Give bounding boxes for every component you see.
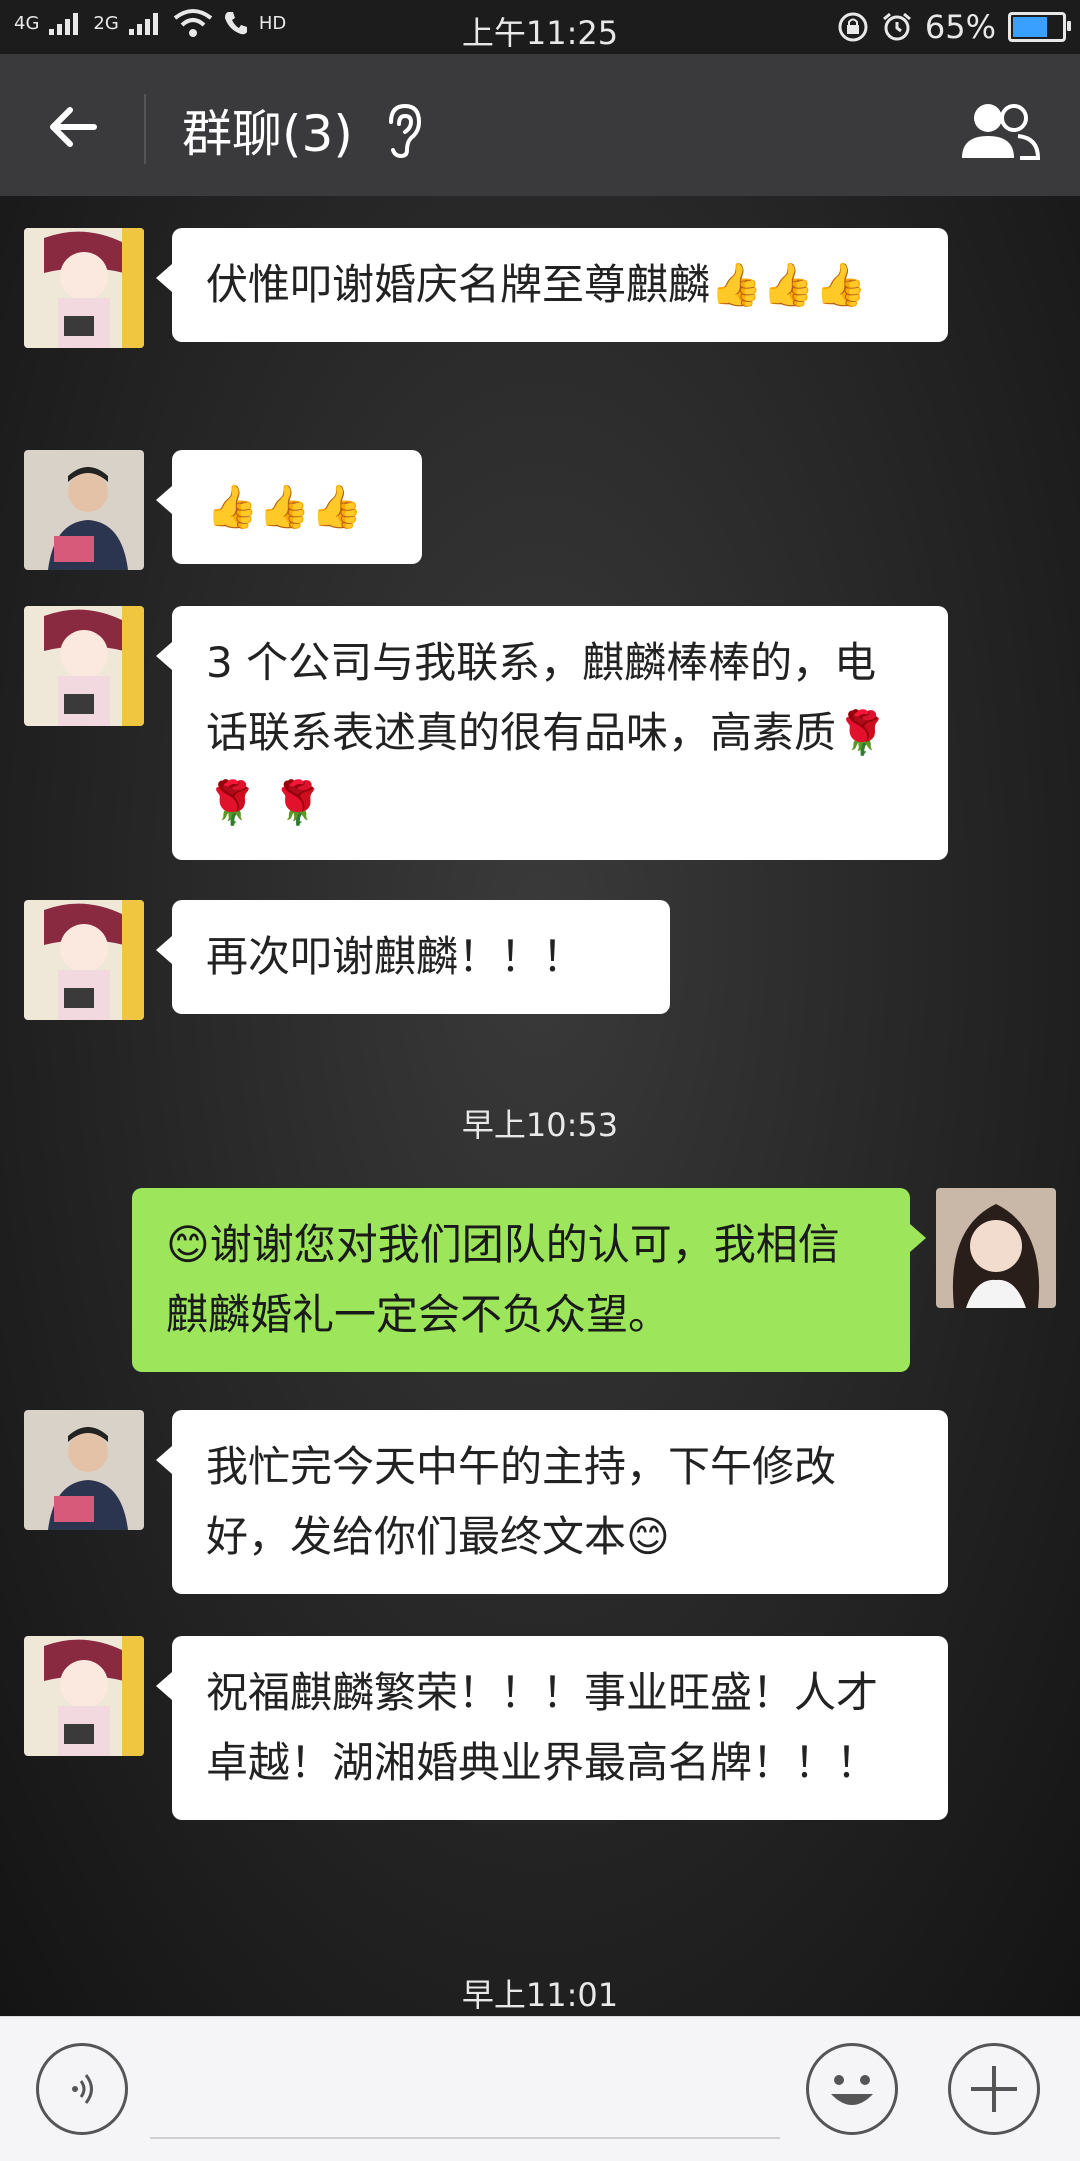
message-bubble[interactable]: 我忙完今天中午的主持，下午修改好，发给你们最终文本😊 [156,1410,948,1594]
chat-area[interactable]: 伏惟叩谢婚庆名牌至尊麒麟👍👍👍 👍👍👍 3 个公司与我联系，麒麟棒棒的，电话联系… [0,196,1080,2016]
message-text: 再次叩谢麒麟！！！ [206,932,585,981]
message-text: 祝福麒麟繁荣！！！事业旺盛！人才卓越！湖湘婚典业界最高名牌！！！ [206,1668,879,1787]
input-bar [0,2016,1080,2161]
earpiece-icon [388,103,421,159]
battery-icon [1008,12,1071,42]
emoji-icon[interactable] [806,2043,898,2135]
header-divider [144,94,146,164]
chat-title: 群聊(3) [182,105,353,163]
lock-rotation-icon [838,12,868,42]
message-bubble[interactable]: 3 个公司与我联系，麒麟棒棒的，电话联系表述真的很有品味，高素质🌹 🌹 🌹 [156,606,948,860]
group-members-icon[interactable] [958,100,1040,160]
message-bubble-sent[interactable]: 😊谢谢您对我们团队的认可，我相信麒麟婚礼一定会不负众望。 [132,1188,926,1372]
message-text: 😊谢谢您对我们团队的认可，我相信麒麟婚礼一定会不负众望。 [166,1220,840,1339]
timestamp: 早上10:53 [461,1106,619,1144]
message-text: 我忙完今天中午的主持，下午修改好，发给你们最终文本😊 [206,1442,837,1561]
status-right: 65% [837,8,1071,46]
voice-input-icon[interactable] [36,2043,128,2135]
chat-header: 群聊(3) [0,54,1080,196]
avatar[interactable] [936,1188,1056,1308]
message-bubble[interactable]: 祝福麒麟繁荣！！！事业旺盛！人才卓越！湖湘婚典业界最高名牌！！！ [156,1636,948,1820]
chat-title-area: 群聊(3) [182,94,425,166]
avatar[interactable] [24,1636,144,1756]
avatar[interactable] [24,606,144,726]
plus-icon[interactable] [948,2043,1040,2135]
message-bubble[interactable]: 👍👍👍 [156,450,422,564]
alarm-icon [882,12,911,41]
status-bar: 4G 2G HD 上午11:25 65% [0,0,1080,54]
avatar[interactable] [24,1410,144,1530]
message-text: 伏惟叩谢婚庆名牌至尊麒麟👍👍👍 [206,260,867,309]
message-text: 3 个公司与我联系，麒麟棒棒的，电话联系表述真的很有品味，高素质🌹 🌹 🌹 [206,638,889,827]
message-bubble[interactable]: 伏惟叩谢婚庆名牌至尊麒麟👍👍👍 [156,228,948,342]
timestamp: 早上11:01 [461,1976,619,2014]
message-text: 👍👍👍 [206,482,363,531]
message-bubble[interactable]: 再次叩谢麒麟！！！ [156,900,670,1014]
message-input[interactable] [150,2137,780,2139]
avatar[interactable] [24,900,144,1020]
avatar[interactable] [24,228,144,348]
avatar[interactable] [24,450,144,570]
battery-percent: 65% [924,8,996,46]
back-arrow-icon[interactable] [42,96,104,158]
